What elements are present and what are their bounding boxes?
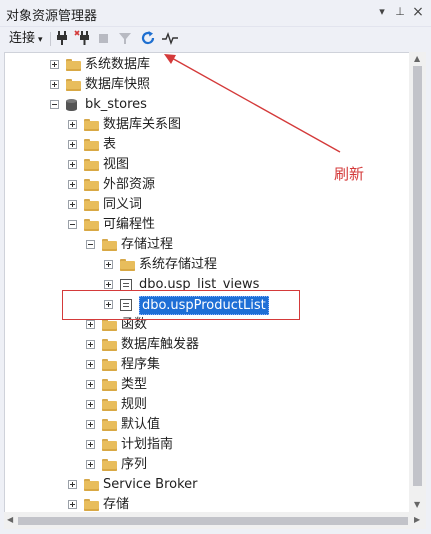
annotation-arrow [164, 54, 341, 153]
annotation-label: 刷新 [334, 165, 365, 183]
object-explorer-window: 对象资源管理器 ▾ ⊥ × 连接 ▾ 系统数据库 数据库快照 bk_stores… [0, 0, 431, 534]
